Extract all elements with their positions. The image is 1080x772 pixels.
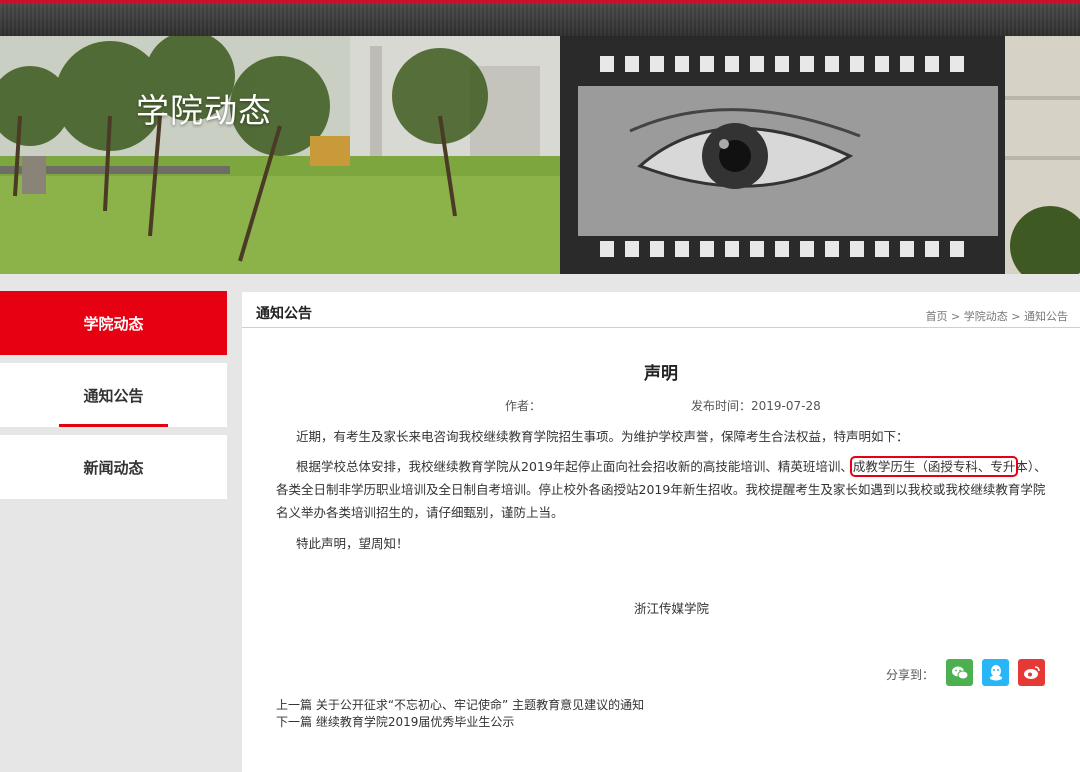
section-header: 通知公告 首页 > 学院动态 > 通知公告 — [242, 292, 1080, 328]
article-paragraph: 根据学校总体安排，我校继续教育学院从2019年起停止面向社会招收新的高技能培训、… — [276, 455, 1052, 524]
signature: 浙江传媒学院 — [634, 601, 710, 616]
sidebar-item-label: 学院动态 — [83, 314, 144, 333]
prev-article-link[interactable]: 上一篇 关于公开征求“不忘初心、牢记使命” 主题教育意见建议的通知 — [276, 696, 644, 713]
share-label: 分享到： — [886, 668, 935, 682]
breadcrumb-home[interactable]: 首页 — [926, 310, 948, 323]
publish-meta: 发布时间：2019-07-28 — [691, 397, 821, 414]
article-paragraph: 近期，有考生及家长来电咨询我校继续教育学院招生事项。为维护学校声誉，保障考生合法… — [296, 429, 909, 444]
banner-title: 学院动态 — [136, 91, 272, 130]
highlighted-text: 成教学历生（函授专科、专升 — [849, 456, 1019, 477]
sidebar-nav: 学院动态 通知公告 新闻动态 — [0, 291, 227, 507]
wechat-icon — [951, 666, 968, 679]
next-label: 下一篇 — [276, 715, 313, 729]
article-title: 声明 — [644, 364, 678, 384]
share-qq-button[interactable] — [982, 659, 1009, 686]
paragraph-text: 根据学校总体安排，我校继续教育学院从2019年起停止面向社会招收新的高技能培训、… — [296, 459, 853, 474]
publish-date: 2019-07-28 — [751, 399, 821, 413]
publish-label: 发布时间： — [691, 399, 752, 413]
sidebar-item-label: 新闻动态 — [83, 458, 144, 477]
sidebar-item-college-news[interactable]: 学院动态 — [0, 291, 227, 355]
breadcrumb-notices[interactable]: 通知公告 — [1024, 310, 1068, 323]
sidebar-item-notices[interactable]: 通知公告 — [0, 363, 227, 427]
breadcrumb: 首页 > 学院动态 > 通知公告 — [926, 308, 1068, 324]
sidebar-item-label: 通知公告 — [83, 386, 144, 405]
banner-photo — [0, 36, 1080, 274]
breadcrumb-college-news[interactable]: 学院动态 — [964, 310, 1008, 323]
prev-label: 上一篇 — [276, 698, 313, 712]
article-paragraph: 特此声明，望周知！ — [296, 536, 409, 551]
share-weibo-button[interactable] — [1018, 659, 1045, 686]
share-wechat-button[interactable] — [946, 659, 973, 686]
qq-icon — [989, 665, 1002, 681]
next-article-link[interactable]: 下一篇 继续教育学院2019届优秀毕业生公示 — [276, 713, 514, 730]
main-content: 通知公告 首页 > 学院动态 > 通知公告 声明 作者： 发布时间：2019-0… — [242, 292, 1080, 772]
banner: 学院动态 — [0, 36, 1080, 274]
section-title: 通知公告 — [256, 306, 312, 322]
author-meta: 作者： — [505, 397, 541, 414]
next-title: 继续教育学院2019届优秀毕业生公示 — [315, 715, 515, 729]
sidebar-item-news[interactable]: 新闻动态 — [0, 435, 227, 499]
author-label: 作者： — [505, 399, 542, 413]
breadcrumb-separator: > — [1007, 310, 1024, 323]
prev-title: 关于公开征求“不忘初心、牢记使命” 主题教育意见建议的通知 — [315, 698, 645, 712]
weibo-icon — [1023, 666, 1040, 679]
top-header-bar — [0, 0, 1080, 36]
breadcrumb-separator: > — [947, 310, 964, 323]
